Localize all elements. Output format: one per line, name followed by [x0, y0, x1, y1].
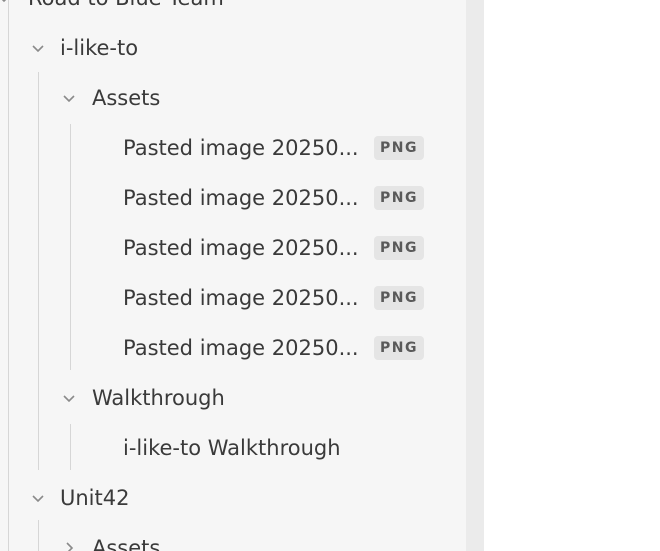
chevron-down-icon[interactable] — [26, 23, 50, 73]
folder-label: Road to Blue Team — [28, 0, 224, 23]
chevron-down-icon[interactable] — [57, 73, 81, 123]
tree-file-pasted-image[interactable]: Pasted image 20250... PNG — [0, 273, 466, 323]
file-extension-badge: PNG — [374, 136, 424, 160]
tree-file-walkthrough-note[interactable]: i-like-to Walkthrough — [0, 423, 466, 473]
file-label: i-like-to Walkthrough — [123, 436, 341, 460]
tree-file-pasted-image[interactable]: Pasted image 20250... PNG — [0, 173, 466, 223]
file-extension-badge: PNG — [374, 186, 424, 210]
chevron-right-icon[interactable] — [57, 523, 81, 551]
tree-folder-walkthrough[interactable]: Walkthrough — [0, 373, 466, 423]
folder-label: Walkthrough — [92, 386, 225, 410]
file-label: Pasted image 20250... — [123, 236, 359, 260]
tree-folder-unit42[interactable]: Unit42 — [0, 473, 466, 523]
sidebar-scrollbar[interactable] — [466, 0, 484, 551]
tree-file-pasted-image[interactable]: Pasted image 20250... PNG — [0, 323, 466, 373]
folder-label: Unit42 — [60, 486, 130, 510]
tree-file-pasted-image[interactable]: Pasted image 20250... PNG — [0, 123, 466, 173]
file-label: Pasted image 20250... — [123, 336, 359, 360]
tree-folder-assets[interactable]: Assets — [0, 73, 466, 123]
folder-label: i-like-to — [60, 36, 139, 60]
file-label: Pasted image 20250... — [123, 286, 359, 310]
folder-label: Assets — [92, 536, 161, 551]
tree-folder-i-like-to[interactable]: i-like-to — [0, 23, 466, 73]
tree-folder-assets-collapsed[interactable]: Assets — [0, 523, 466, 551]
chevron-down-icon[interactable] — [57, 373, 81, 423]
tree-folder-road-to-blue-team[interactable]: Road to Blue Team — [0, 0, 466, 23]
file-extension-badge: PNG — [374, 236, 424, 260]
tree-file-pasted-image[interactable]: Pasted image 20250... PNG — [0, 223, 466, 273]
folder-label: Assets — [92, 86, 161, 110]
editor-pane — [484, 0, 660, 551]
file-extension-badge: PNG — [374, 286, 424, 310]
file-explorer-sidebar: Road to Blue Team i-like-to Assets Paste… — [0, 0, 466, 551]
file-extension-badge: PNG — [374, 336, 424, 360]
file-label: Pasted image 20250... — [123, 186, 359, 210]
chevron-down-icon[interactable] — [26, 473, 50, 523]
file-label: Pasted image 20250... — [123, 136, 359, 160]
chevron-down-icon[interactable] — [0, 0, 16, 23]
